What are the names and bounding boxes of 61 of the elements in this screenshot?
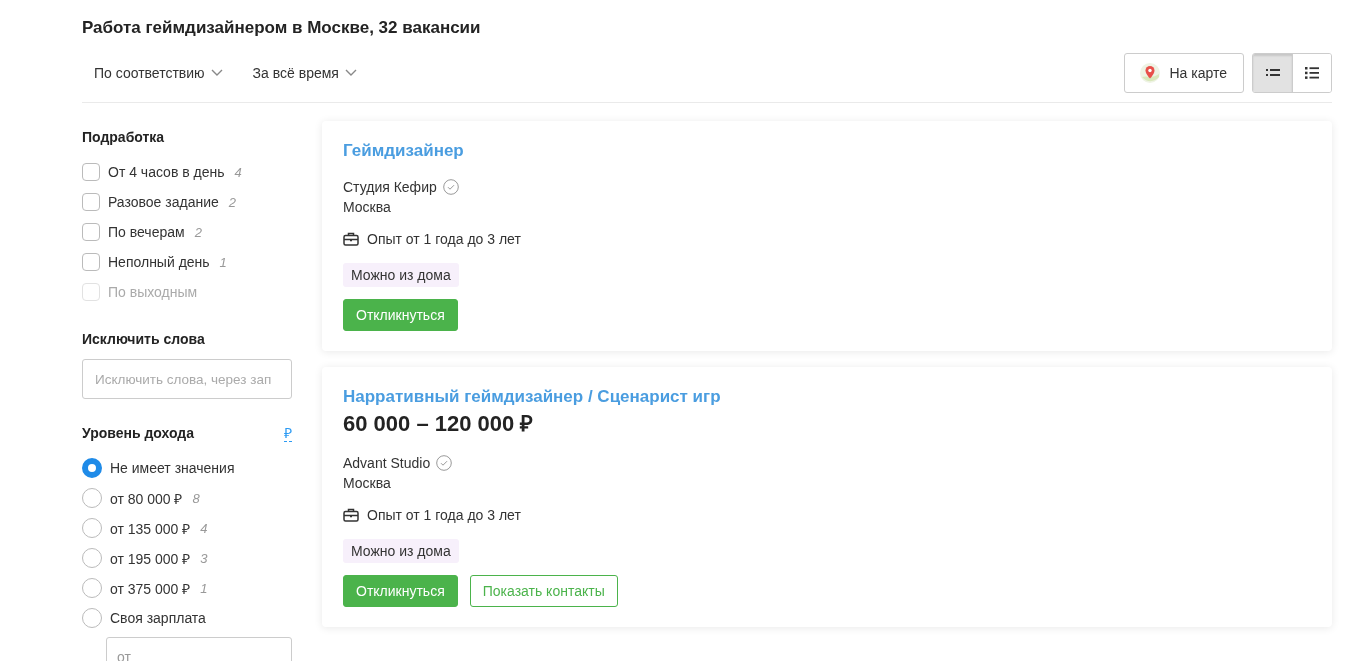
radio-button[interactable] bbox=[82, 608, 102, 628]
briefcase-icon bbox=[343, 508, 359, 522]
compact-list-icon bbox=[1265, 69, 1280, 77]
map-button[interactable]: На карте bbox=[1124, 53, 1244, 93]
radio-button[interactable] bbox=[82, 518, 102, 538]
checkbox[interactable] bbox=[82, 193, 100, 211]
count-label: 2 bbox=[228, 194, 237, 210]
remote-tag: Можно из дома bbox=[343, 263, 459, 287]
briefcase-icon bbox=[343, 232, 359, 246]
count-label: 8 bbox=[192, 490, 200, 506]
radio-label: Своя зарплата bbox=[110, 610, 206, 626]
checkbox-label: Разовое задание bbox=[108, 194, 219, 210]
radio-label: от 80 000 ₽ bbox=[110, 489, 183, 508]
checkbox[interactable] bbox=[82, 253, 100, 271]
sort-dropdown[interactable]: За всё время bbox=[252, 65, 357, 81]
chevron-down-icon bbox=[344, 69, 357, 77]
respond-button[interactable]: Откликнуться bbox=[343, 575, 458, 607]
company-name: Студия Кефир bbox=[343, 178, 437, 197]
remote-tag: Можно из дома bbox=[343, 539, 459, 563]
respond-button[interactable]: Откликнуться bbox=[343, 299, 458, 331]
vacancy-title-link[interactable]: Нарративный геймдизайнер / Сценарист игр bbox=[343, 385, 721, 409]
count-label: 4 bbox=[200, 520, 208, 536]
count-label: 3 bbox=[200, 550, 208, 566]
checkbox[interactable] bbox=[82, 163, 100, 181]
salary-text: 60 000 – 120 000 ₽ bbox=[343, 410, 534, 438]
filter-heading: Подработка bbox=[82, 128, 165, 147]
radio-label: от 375 000 ₽ bbox=[110, 579, 191, 598]
experience-text: Опыт от 1 года до 3 лет bbox=[367, 506, 521, 525]
filter-heading: Уровень дохода bbox=[82, 424, 194, 443]
page-title: Работа геймдизайнером в Москве, 32 вакансии bbox=[82, 17, 482, 39]
list-icon bbox=[1305, 67, 1319, 79]
radio-button[interactable] bbox=[82, 488, 102, 508]
count-label: 1 bbox=[200, 580, 208, 596]
view-toggle-button[interactable] bbox=[1253, 54, 1292, 92]
count-label: 1 bbox=[219, 254, 227, 270]
vacancy-title-link[interactable]: Геймдизайнер bbox=[343, 139, 464, 163]
company-name: Advant Studio bbox=[343, 454, 431, 473]
checkbox-label: По вечерам bbox=[108, 224, 185, 240]
checkbox-label: Неполный день bbox=[108, 254, 210, 270]
count-label: 2 bbox=[194, 224, 202, 240]
radio-button[interactable] bbox=[82, 578, 102, 598]
radio-label: от 195 000 ₽ bbox=[110, 549, 191, 568]
radio-button[interactable] bbox=[82, 548, 102, 568]
map-pin-icon bbox=[1139, 62, 1162, 84]
checkbox-label: По выходным bbox=[108, 284, 198, 300]
experience-text: Опыт от 1 года до 3 лет bbox=[367, 230, 521, 249]
radio-button[interactable] bbox=[82, 458, 102, 478]
contacts-button[interactable]: Показать контакты bbox=[469, 575, 618, 607]
city-text: Москва bbox=[343, 198, 391, 217]
checkbox-label: От 4 часов в день bbox=[108, 164, 225, 180]
city-text: Москва bbox=[343, 474, 391, 493]
count-label: 4 bbox=[234, 164, 242, 180]
radio-label: от 135 000 ₽ bbox=[110, 519, 191, 538]
chevron-down-icon bbox=[210, 69, 223, 77]
sort-dropdown[interactable]: По соответствию bbox=[94, 65, 223, 81]
view-toggle-button[interactable] bbox=[1292, 54, 1331, 92]
radio-label: Не имеет значения bbox=[110, 460, 235, 476]
currency-link[interactable]: ₽ bbox=[284, 424, 292, 442]
exclude-words-field[interactable]: Исключить слова, через зап bbox=[82, 359, 292, 399]
checkbox[interactable] bbox=[82, 223, 100, 241]
filter-heading: Исключить слова bbox=[82, 330, 205, 349]
